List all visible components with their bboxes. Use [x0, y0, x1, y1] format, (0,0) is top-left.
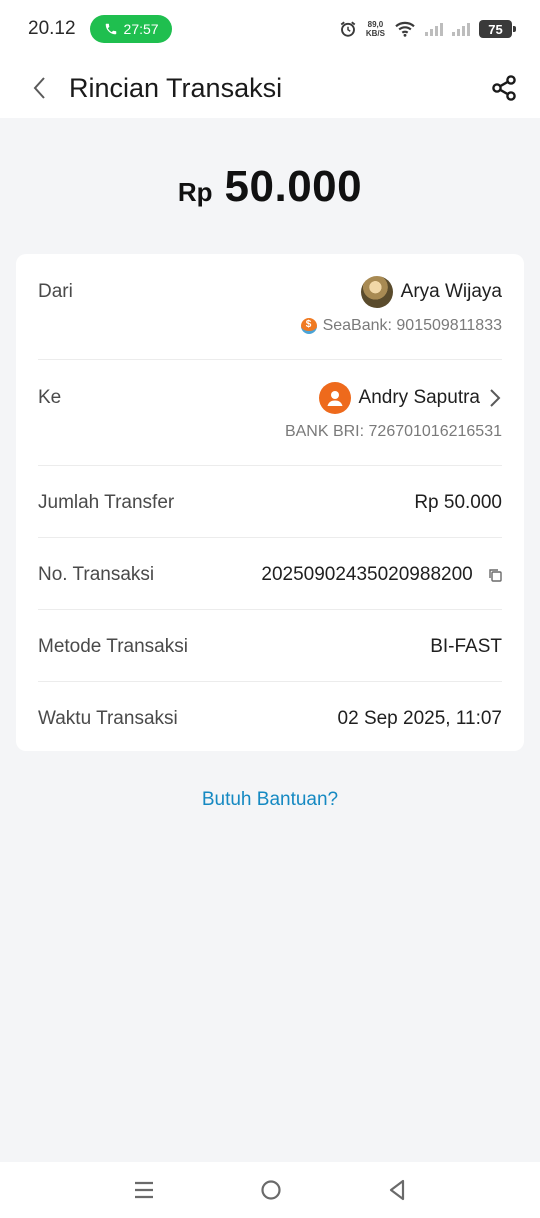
call-duration: 27:57: [123, 21, 159, 37]
copy-button[interactable]: [488, 568, 502, 582]
net-speed-value: 89,0: [367, 20, 384, 29]
share-button[interactable]: [484, 68, 524, 108]
menu-icon[interactable]: [133, 1180, 155, 1200]
amount-value: 50.000: [224, 162, 363, 211]
detail-row-transaction-no: No. Transaksi 20250902435020988200: [38, 538, 502, 610]
detail-row-transfer-amount: Jumlah Transfer Rp 50.000: [38, 466, 502, 538]
share-icon: [492, 75, 516, 101]
user-avatar-icon: [318, 382, 351, 414]
wifi-icon: [395, 21, 415, 37]
method-label: Metode Transaksi: [38, 636, 188, 657]
chevron-right-icon: [490, 389, 501, 407]
transaction-no-text: 20250902435020988200: [261, 564, 473, 585]
detail-row-time: Waktu Transaksi 02 Sep 2025, 11:07: [38, 682, 502, 751]
sender-account-text: SeaBank: 901509811833: [322, 317, 502, 334]
avatar: [360, 276, 393, 308]
sender: Arya Wijaya: [360, 276, 502, 308]
transaction-no-label: No. Transaksi: [38, 564, 155, 585]
transaction-no-value: 20250902435020988200: [261, 564, 502, 586]
battery-indicator: 75: [479, 20, 516, 38]
status-time: 20.12: [28, 18, 76, 39]
from-label: Dari: [38, 281, 73, 302]
system-nav-bar: [0, 1162, 540, 1218]
method-value: BI-FAST: [430, 636, 502, 657]
recipient-account: BANK BRI: 726701016216531: [284, 423, 502, 440]
network-speed: 89,0 KB/S: [366, 20, 385, 38]
detail-row-from: Dari Arya Wijaya $ SeaBank: 901509811833: [38, 254, 502, 360]
net-speed-unit: KB/S: [365, 29, 385, 38]
alarm-icon: [340, 21, 356, 37]
home-icon[interactable]: [260, 1179, 282, 1201]
back-button[interactable]: [22, 70, 58, 106]
detail-row-method: Metode Transaksi BI-FAST: [38, 610, 502, 682]
transaction-details-card: Dari Arya Wijaya $ SeaBank: 901509811833…: [16, 254, 524, 751]
recipient[interactable]: Andry Saputra: [318, 382, 502, 414]
app-header: Rincian Transaksi: [0, 58, 540, 118]
to-label: Ke: [38, 387, 62, 408]
page-title: Rincian Transaksi: [69, 73, 283, 103]
status-icons: 89,0 KB/S 75: [339, 20, 516, 38]
chevron-left-icon: [33, 77, 45, 99]
time-value: 02 Sep 2025, 11:07: [337, 708, 502, 729]
transfer-amount-label: Jumlah Transfer: [38, 492, 175, 513]
sender-account: $ SeaBank: 901509811833: [300, 317, 502, 335]
help-link[interactable]: Butuh Bantuan?: [0, 789, 540, 811]
recipient-name: Andry Saputra: [358, 387, 480, 408]
ongoing-call-pill[interactable]: 27:57: [89, 15, 172, 43]
time-label: Waktu Transaksi: [38, 708, 178, 729]
amount-currency: Rp: [177, 177, 213, 207]
copy-icon: [489, 569, 502, 582]
phone-icon: [105, 23, 116, 35]
transaction-amount: Rp 50.000: [0, 162, 540, 212]
signal-icon-2: [452, 23, 470, 36]
seabank-icon: $: [300, 318, 317, 334]
detail-row-to[interactable]: Ke Andry Saputra BANK BRI: 7267010162165…: [38, 360, 502, 466]
status-bar: 20.12 27:57 89,0 KB/S 75: [0, 0, 540, 58]
back-nav-icon[interactable]: [387, 1179, 407, 1201]
signal-icon-1: [425, 23, 443, 36]
transfer-amount-value: Rp 50.000: [414, 492, 502, 513]
sender-name: Arya Wijaya: [400, 281, 502, 302]
